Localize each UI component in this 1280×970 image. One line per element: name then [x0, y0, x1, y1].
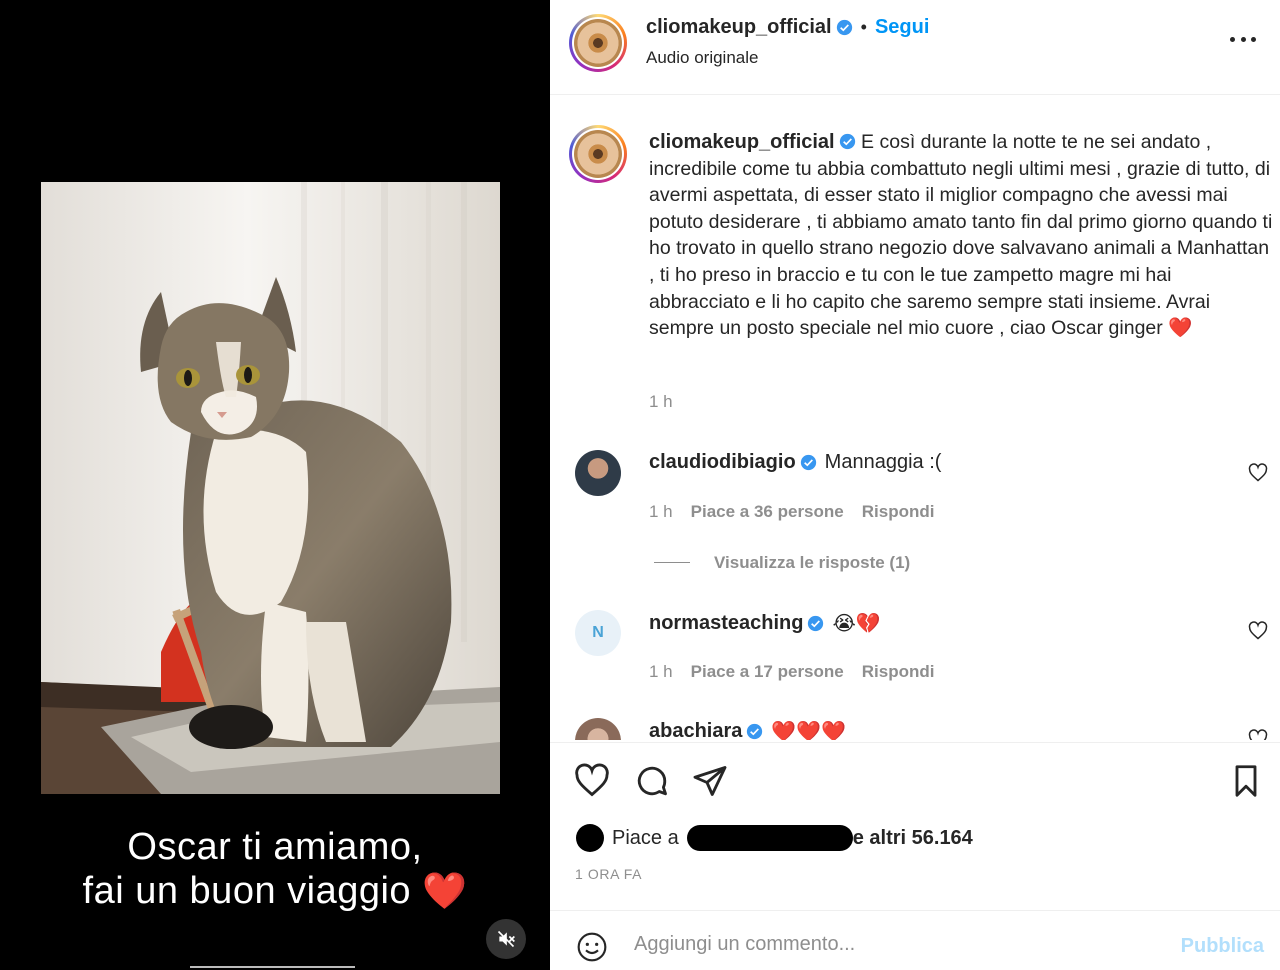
- video-progress-bar[interactable]: [190, 966, 355, 968]
- verified-badge-icon: [808, 615, 824, 632]
- comment-like-heart-icon[interactable]: [1248, 729, 1268, 740]
- likes-prefix: Piace a: [612, 826, 679, 849]
- liker-avatar: [576, 824, 604, 852]
- comment-like-heart-icon[interactable]: [1248, 621, 1268, 641]
- comment-username[interactable]: claudiodibiagio: [649, 451, 796, 474]
- commenter-avatar[interactable]: N: [575, 610, 621, 656]
- video-caption-line-2: fai un buon viaggio ❤️: [0, 869, 550, 913]
- mute-toggle-button[interactable]: [486, 919, 526, 959]
- post-timestamp[interactable]: 1 ORA FA: [575, 866, 642, 882]
- comment-time: 1 h: [649, 502, 673, 521]
- comment-username[interactable]: normasteaching: [649, 612, 803, 635]
- verified-badge-icon: [839, 133, 855, 150]
- redacted-username: [686, 825, 853, 851]
- comment-row: normasteaching 😭💔: [649, 611, 881, 636]
- likes-summary[interactable]: Piace a e altri 56.164: [576, 824, 973, 852]
- video-caption-line-1: Oscar ti amiamo,: [127, 826, 423, 868]
- bookmark-icon[interactable]: [1228, 763, 1264, 799]
- comment-meta: 1 h Piace a 36 persone Rispondi: [649, 502, 934, 522]
- verified-badge-icon: [747, 723, 763, 740]
- comment-time: 1 h: [649, 662, 673, 681]
- publish-button[interactable]: Pubblica: [1181, 935, 1264, 958]
- comments-scroll-area[interactable]: cliomakeup_official E così durante la no…: [550, 96, 1280, 740]
- replies-divider: [654, 562, 690, 563]
- cat-photo: [41, 182, 500, 794]
- verified-badge-icon: [800, 454, 816, 471]
- more-options-icon[interactable]: [1230, 34, 1256, 44]
- author-avatar-image: [574, 19, 622, 67]
- muted-speaker-icon: [497, 930, 515, 948]
- comment-input[interactable]: [634, 933, 1134, 956]
- caption-body: E così durante la notte te ne sei andato…: [649, 131, 1273, 340]
- caption-author-avatar[interactable]: [569, 125, 627, 183]
- caption-time: 1 h: [649, 392, 673, 411]
- comment-row: claudiodibiagio Mannaggia :(: [649, 451, 941, 474]
- caption-avatar-image: [574, 130, 622, 178]
- video-caption-line-2-text: fai un buon viaggio: [82, 870, 412, 912]
- comment-likes-count[interactable]: Piace a 36 persone: [691, 502, 844, 522]
- paper-plane-icon[interactable]: [692, 763, 728, 799]
- header-separator: •: [860, 17, 867, 37]
- likes-count[interactable]: e altri 56.164: [853, 827, 973, 850]
- post-caption: cliomakeup_official E così durante la no…: [649, 129, 1274, 342]
- comment-meta: 1 h Piace a 17 persone Rispondi: [649, 662, 934, 682]
- comment-like-heart-icon[interactable]: [1248, 463, 1268, 483]
- comment-text: 😭💔: [832, 613, 881, 635]
- media-panel: Oscar ti amiamo, fai un buon viaggio ❤️: [0, 0, 550, 970]
- commenter-avatar[interactable]: [575, 450, 621, 496]
- video-caption: Oscar ti amiamo, fai un buon viaggio ❤️: [0, 826, 550, 913]
- commenter-avatar[interactable]: [575, 718, 621, 740]
- post-side-panel: cliomakeup_official • Segui Audio origin…: [550, 0, 1280, 970]
- author-username[interactable]: cliomakeup_official: [646, 16, 832, 39]
- header-user-line: cliomakeup_official • Segui: [646, 16, 929, 39]
- add-comment-bar: Pubblica: [550, 910, 1280, 970]
- audio-link[interactable]: Audio originale: [646, 48, 758, 68]
- reply-button[interactable]: Rispondi: [862, 662, 935, 682]
- comment-text: ❤️❤️❤️: [771, 721, 847, 740]
- view-replies-button[interactable]: Visualizza le risposte (1): [714, 553, 910, 573]
- reply-button[interactable]: Rispondi: [862, 502, 935, 522]
- heart-icon[interactable]: [574, 763, 610, 799]
- caption-heart-emoji: ❤️: [1168, 317, 1193, 340]
- follow-button[interactable]: Segui: [875, 16, 929, 39]
- comment-username[interactable]: abachiara: [649, 720, 742, 740]
- avatar-logo-mark: N: [592, 624, 604, 641]
- comment-likes-count[interactable]: Piace a 17 persone: [691, 662, 844, 682]
- cat-illustration: [41, 182, 500, 794]
- comment-bubble-icon[interactable]: [634, 763, 670, 799]
- caption-username[interactable]: cliomakeup_official: [649, 131, 835, 153]
- verified-badge-icon: [836, 19, 852, 36]
- emoji-smiley-icon[interactable]: [576, 931, 608, 963]
- red-heart-emoji: ❤️: [422, 870, 468, 911]
- comment-row: abachiara ❤️❤️❤️: [649, 719, 846, 740]
- comment-text: Mannaggia :(: [824, 451, 942, 473]
- post-header: cliomakeup_official • Segui Audio origin…: [550, 0, 1280, 95]
- author-avatar[interactable]: [569, 14, 627, 72]
